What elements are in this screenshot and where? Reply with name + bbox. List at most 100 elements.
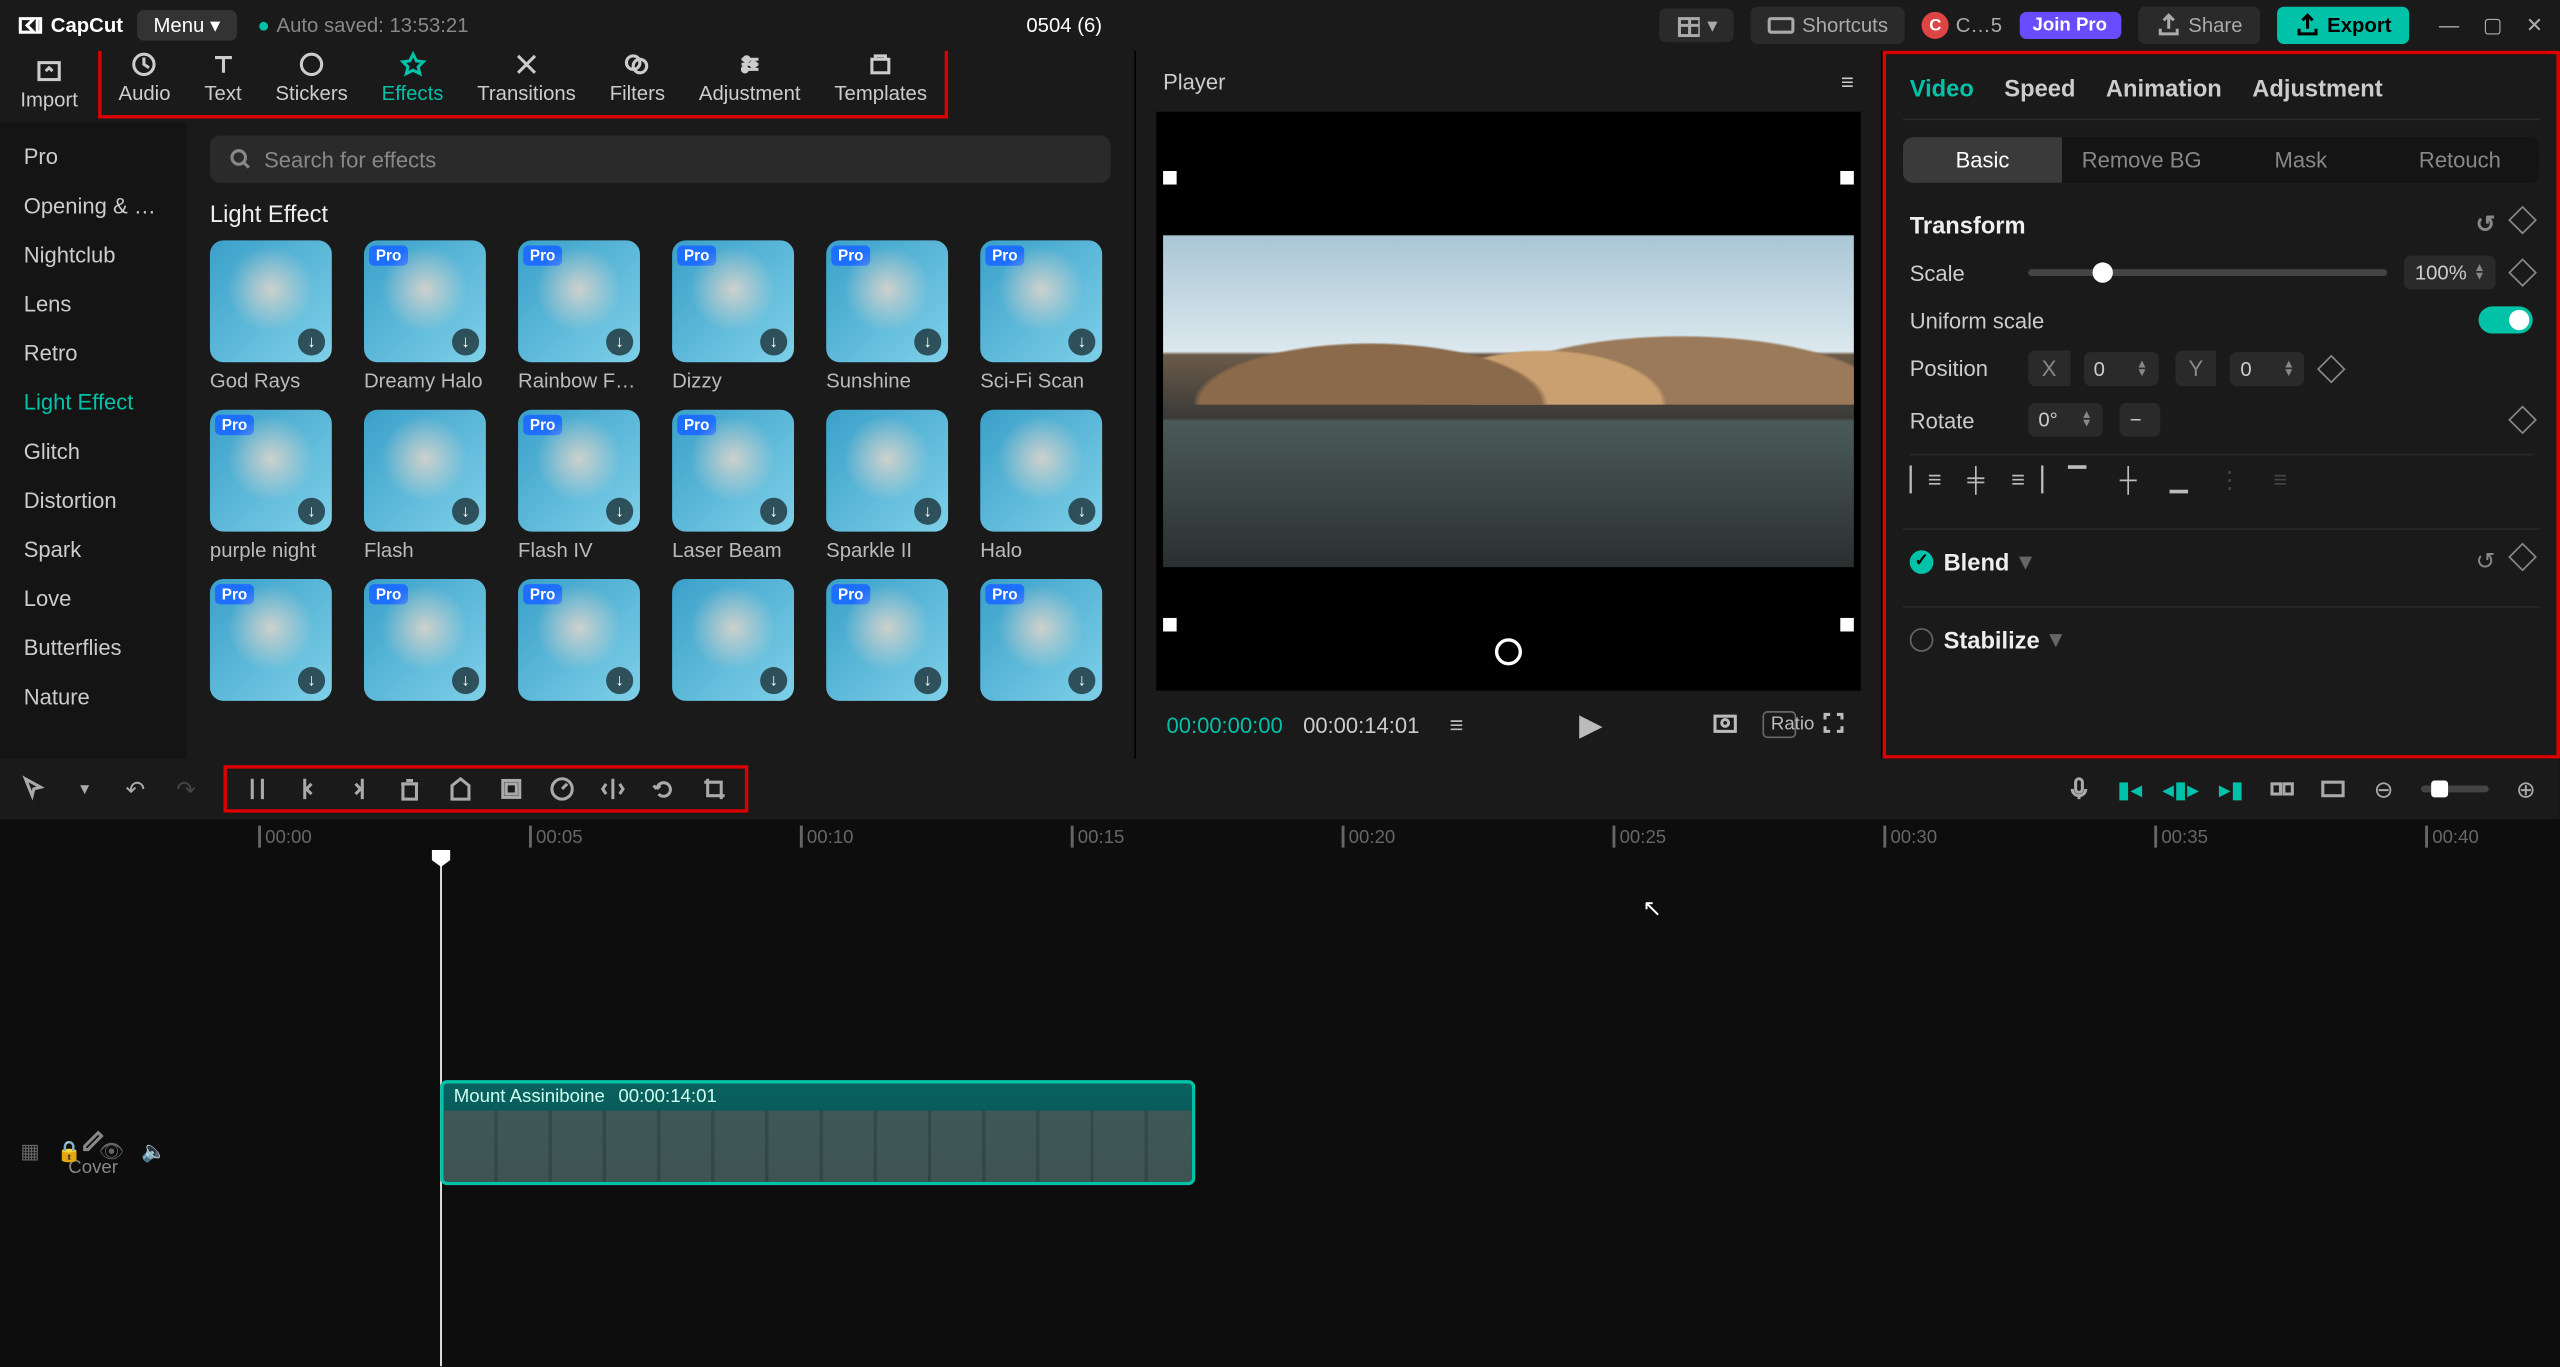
layout-button[interactable]: ▾ [1660,8,1735,42]
align-hcenter[interactable]: ╪ [1960,466,1990,495]
download-icon[interactable]: ↓ [452,498,479,525]
speed-button[interactable] [549,775,576,802]
st-basic[interactable]: Basic [1903,137,2062,183]
download-icon[interactable]: ↓ [452,667,479,694]
resize-handle[interactable] [1163,171,1177,185]
player-menu-icon[interactable]: ≡ [1841,69,1854,94]
zoom-out[interactable]: ⊖ [2370,775,2397,804]
effect-card[interactable]: Pro↓purple night [210,410,340,562]
effect-card[interactable]: Pro↓Flash IV [518,410,648,562]
keyframe-icon[interactable] [2508,543,2537,572]
effect-card[interactable]: Pro↓ [980,579,1110,708]
split-right[interactable] [345,775,372,802]
video-frame[interactable] [1163,171,1854,631]
split-left[interactable] [295,775,322,802]
effect-thumb[interactable]: ↓ [364,410,486,532]
mic-button[interactable] [2065,775,2092,802]
download-icon[interactable]: ↓ [760,667,787,694]
tab-stickers[interactable]: Stickers [259,44,365,115]
align-left[interactable]: ▏≡ [1910,466,1940,495]
effect-thumb[interactable]: Pro↓ [826,579,948,701]
stabilize-section[interactable]: Stabilize ▾ [1903,606,2540,670]
effect-thumb[interactable]: Pro↓ [518,240,640,362]
freeze-button[interactable] [498,775,525,802]
position-y-input[interactable]: 0▲▼ [2230,351,2304,385]
redo-button[interactable]: ↷ [173,775,200,804]
download-icon[interactable]: ↓ [606,328,633,355]
blend-section[interactable]: ✓Blend ▾ ↺ [1903,528,2540,592]
rotate-button[interactable] [650,775,677,802]
reset-icon[interactable]: ↺ [2476,547,2496,576]
effect-card[interactable]: Pro↓Dizzy [672,240,802,392]
effect-card[interactable]: Pro↓Sunshine [826,240,956,392]
rt-adjustment[interactable]: Adjustment [2252,74,2382,101]
effect-thumb[interactable]: Pro↓ [826,240,948,362]
keyframe-icon[interactable] [2317,354,2346,383]
effect-card[interactable]: Pro↓ [518,579,648,708]
effect-thumb[interactable]: ↓ [980,410,1102,532]
keyframe-icon[interactable] [2508,258,2537,287]
scale-slider[interactable] [2028,269,2388,276]
position-x-input[interactable]: 0▲▼ [2084,351,2158,385]
select-tool[interactable] [20,775,47,802]
align-bottom[interactable]: ▁ [2164,466,2194,495]
tab-effects[interactable]: Effects [365,44,461,115]
download-icon[interactable]: ↓ [760,498,787,525]
rotate-reset[interactable]: − [2120,403,2161,437]
download-icon[interactable]: ↓ [298,667,325,694]
link-on[interactable]: ▸▮ [2218,775,2245,804]
download-icon[interactable]: ↓ [606,498,633,525]
align-top[interactable]: ▔ [2062,466,2092,495]
effect-card[interactable]: ↓Halo [980,410,1110,562]
tab-adjustment[interactable]: Adjustment [682,44,817,115]
effect-thumb[interactable]: Pro↓ [980,240,1102,362]
effect-thumb[interactable]: ↓ [672,579,794,701]
keyframe-icon[interactable] [2508,405,2537,434]
shortcuts-button[interactable]: Shortcuts [1751,7,1905,44]
delete-button[interactable] [396,775,423,802]
tab-transitions[interactable]: Transitions [460,44,592,115]
timeline-tracks[interactable]: Mount Assiniboine 00:00:14:01 ↖ [186,860,2560,1366]
undo-button[interactable]: ↶ [122,775,149,804]
st-mask[interactable]: Mask [2221,137,2380,183]
menu-button[interactable]: Menu ▾ [137,10,238,40]
rt-speed[interactable]: Speed [2004,74,2075,101]
video-clip[interactable]: Mount Assiniboine 00:00:14:01 [440,1080,1195,1185]
minimize-button[interactable]: — [2439,14,2459,38]
align-right[interactable]: ≡▕ [2011,466,2041,495]
user-menu[interactable]: CC…5 [1922,12,2002,39]
export-button[interactable]: Export [2276,7,2408,44]
tab-import[interactable]: Import [0,51,98,122]
tab-filters[interactable]: Filters [593,44,682,115]
mute-icon[interactable]: 🔈 [141,1139,166,1163]
resize-handle[interactable] [1840,171,1854,185]
split-button[interactable] [244,775,271,802]
download-icon[interactable]: ↓ [452,328,479,355]
zoom-slider[interactable] [2421,786,2489,793]
effect-thumb[interactable]: Pro↓ [210,410,332,532]
stabilize-checkbox[interactable] [1910,627,1934,651]
track-button[interactable] [2269,775,2296,802]
tab-templates[interactable]: Templates [817,44,943,115]
effect-thumb[interactable]: Pro↓ [518,579,640,701]
uniform-scale-toggle[interactable] [2479,306,2533,333]
rt-animation[interactable]: Animation [2106,74,2222,101]
effect-card[interactable]: Pro↓Rainbow Flash [518,240,648,392]
rotate-input[interactable]: 0°▲▼ [2028,403,2102,437]
effect-thumb[interactable]: Pro↓ [672,240,794,362]
effect-card[interactable]: Pro↓ [364,579,494,708]
download-icon[interactable]: ↓ [606,667,633,694]
download-icon[interactable]: ↓ [914,498,941,525]
eye-icon[interactable]: 👁 [99,1139,125,1163]
effect-thumb[interactable]: Pro↓ [210,579,332,701]
effect-card[interactable]: ↓Sparkle II [826,410,956,562]
mirror-button[interactable] [599,775,626,802]
share-button[interactable]: Share [2137,7,2259,44]
download-icon[interactable]: ↓ [298,328,325,355]
rt-video[interactable]: Video [1910,74,1974,101]
track-toggle-icon[interactable]: ▦ [20,1139,39,1163]
effect-thumb[interactable]: Pro↓ [364,579,486,701]
effect-thumb[interactable]: Pro↓ [672,410,794,532]
download-icon[interactable]: ↓ [914,328,941,355]
rotate-handle[interactable] [1495,638,1522,665]
